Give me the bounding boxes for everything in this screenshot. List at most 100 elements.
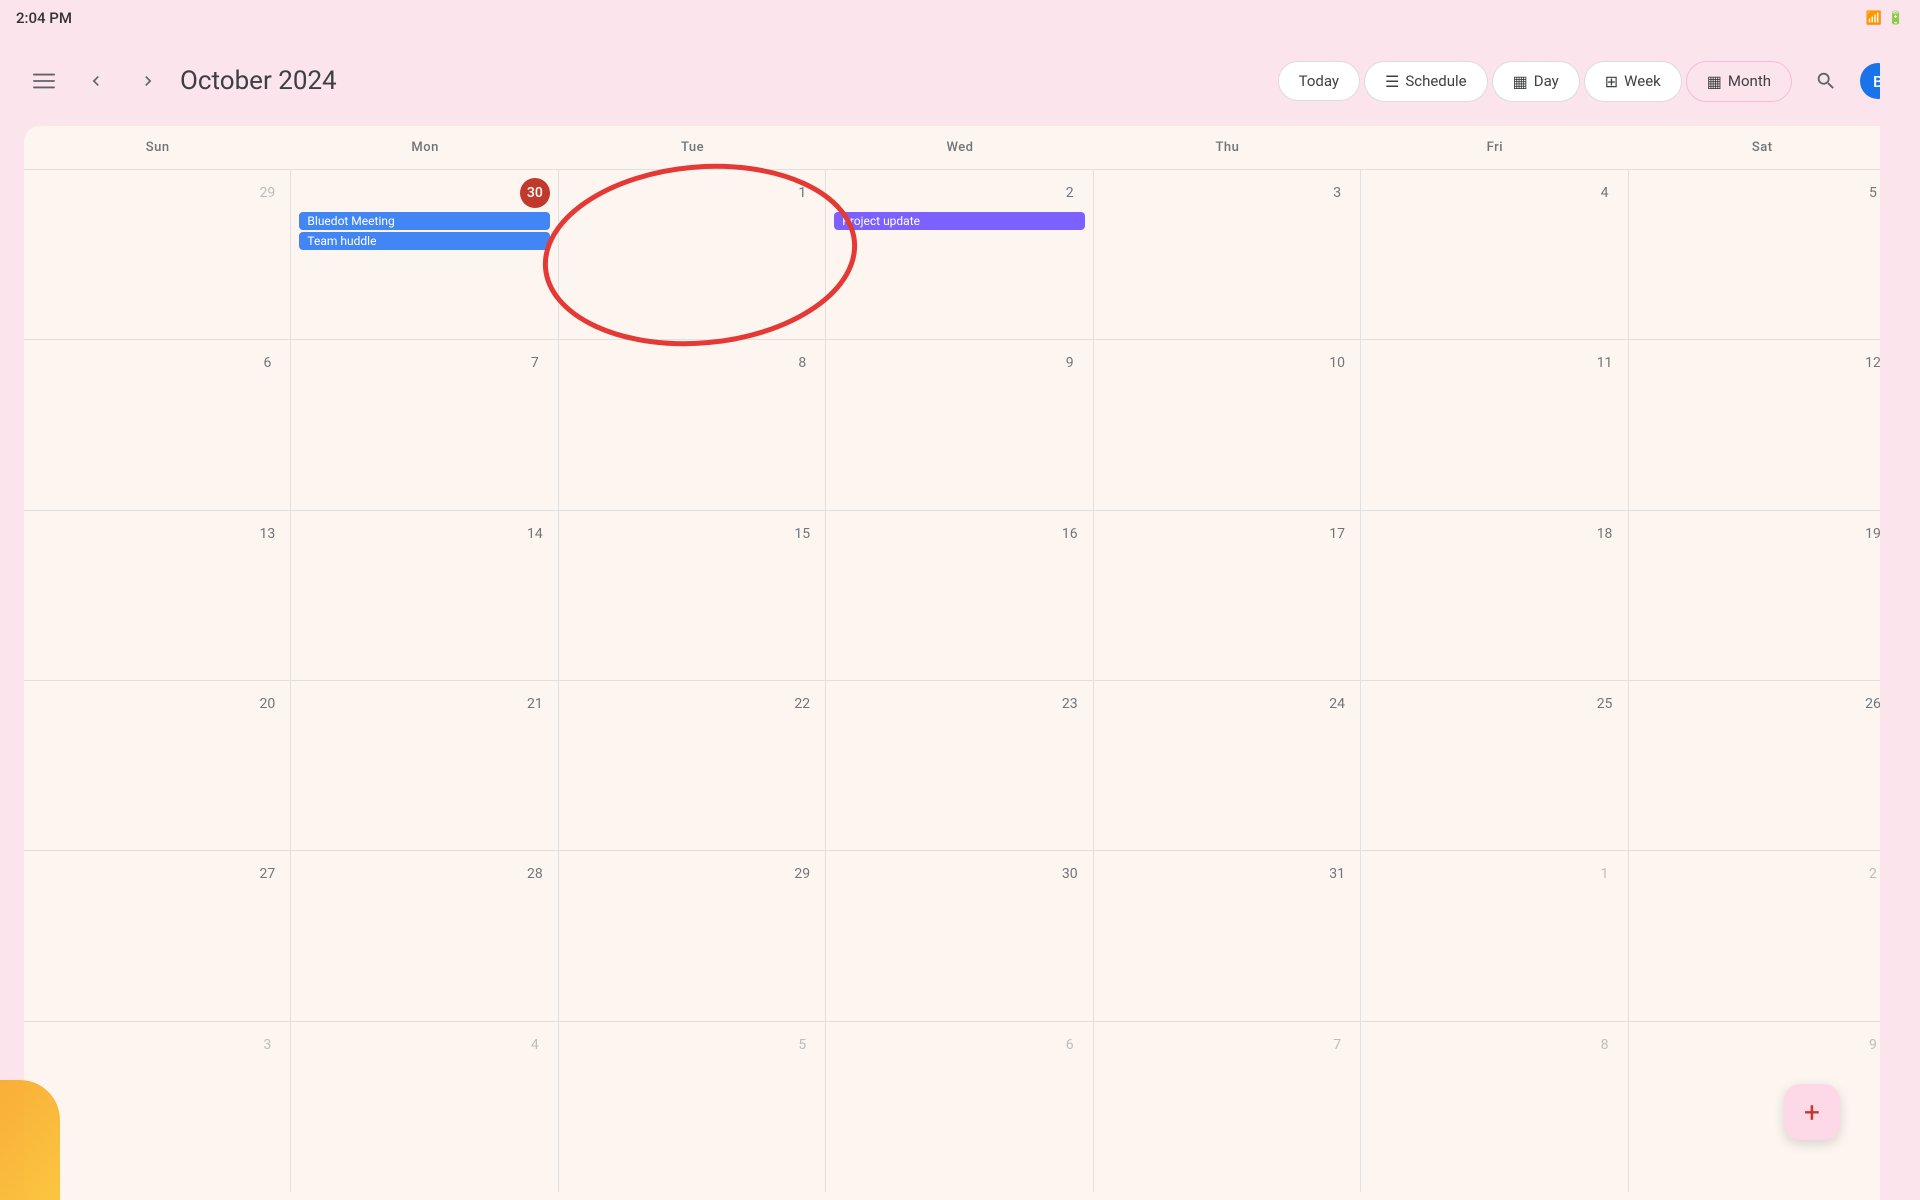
day-number: 13 [252,519,282,549]
table-row[interactable]: 21 [291,681,558,850]
calendar-week-2: 13 14 15 1617 18 19 [24,511,1896,681]
header: October 2024 Today ☰ Schedule ▦ Day ⊞ We… [0,36,1920,126]
table-row[interactable]: 16 [826,511,1093,680]
table-row[interactable]: 5 [1629,170,1896,339]
table-row[interactable]: 31 [1094,851,1361,1020]
wifi-icon: 🔋 [1888,11,1904,26]
week-button[interactable]: ⊞ Week [1584,61,1682,102]
day-number: 23 [1055,689,1085,719]
add-event-button[interactable]: + [1784,1084,1840,1140]
day-number: 1 [787,178,817,208]
day-number: 9 [1055,348,1085,378]
day-headers: Sun Mon Tue Wed Thu Fri Sat [24,126,1896,170]
month-button[interactable]: ▦ Month [1686,61,1792,102]
calendar-week-1: 6 7 8 9 10 11 12 [24,340,1896,510]
table-row[interactable]: 29 [24,170,291,339]
table-row[interactable]: 29 [559,851,826,1020]
table-row[interactable]: 5 [559,1022,826,1192]
table-row[interactable]: 27 [24,851,291,1020]
table-row[interactable]: 2Project update [826,170,1093,339]
day-number: 11 [1590,348,1620,378]
status-time: 2:04 PM [16,9,72,27]
table-row[interactable]: 22 [559,681,826,850]
day-number: 29 [252,178,282,208]
add-icon: + [1804,1096,1820,1129]
table-row[interactable]: 8 [1361,1022,1628,1192]
calendar-week-3: 20 21 22 23 24 2526 [24,681,1896,851]
table-row[interactable]: 12 [1629,340,1896,509]
today-button[interactable]: Today [1278,61,1360,101]
month-title: October 2024 [180,66,337,96]
table-row[interactable]: 23 [826,681,1093,850]
table-row[interactable]: 18 [1361,511,1628,680]
table-row[interactable]: 13 [24,511,291,680]
table-row[interactable]: 11 [1361,340,1628,509]
next-month-button[interactable] [128,61,168,101]
day-number: 29 [787,859,817,889]
table-row[interactable]: 7 [291,340,558,509]
table-row[interactable]: 14 [291,511,558,680]
table-row[interactable]: 15 [559,511,826,680]
menu-icon[interactable] [24,61,64,101]
day-header-sun: Sun [24,126,291,169]
day-number: 8 [1590,1030,1620,1060]
list-item[interactable]: Team huddle [299,232,549,250]
table-row[interactable]: 10 [1094,340,1361,509]
day-number: 30 [1055,859,1085,889]
table-row[interactable]: 20 [24,681,291,850]
day-number: 5 [787,1030,817,1060]
day-number: 22 [787,689,817,719]
day-header-fri: Fri [1361,126,1628,169]
header-right: Today ☰ Schedule ▦ Day ⊞ Week ▦ Month B [1278,59,1896,103]
calendar-week-5: 34 5 67 89 [24,1022,1896,1192]
table-row[interactable]: 6 [826,1022,1093,1192]
table-row[interactable]: 1 [1361,851,1628,1020]
table-row[interactable]: 28 [291,851,558,1020]
calendar-week-0: 29 30 Bluedot Meeting Team huddle 1 2Project … [24,170,1896,340]
day-number: 21 [520,689,550,719]
table-row[interactable]: 1 [559,170,826,339]
table-row[interactable]: 4 [291,1022,558,1192]
prev-month-button[interactable] [76,61,116,101]
table-row[interactable]: 6 [24,340,291,509]
day-header-thu: Thu [1094,126,1361,169]
table-row[interactable]: 2 [1629,851,1896,1020]
table-row[interactable]: 30 [826,851,1093,1020]
list-item[interactable]: Bluedot Meeting [299,212,549,230]
table-row[interactable]: 24 [1094,681,1361,850]
table-row[interactable]: 9 [1629,1022,1896,1192]
month-label: Month [1728,72,1771,90]
day-number: 15 [787,519,817,549]
table-row[interactable]: 7 [1094,1022,1361,1192]
table-row[interactable]: 3 [1094,170,1361,339]
day-number: 6 [252,348,282,378]
day-number: 4 [1590,178,1620,208]
table-row[interactable]: 19 [1629,511,1896,680]
day-number: 30 [520,178,550,208]
search-button[interactable] [1804,59,1848,103]
table-row[interactable]: 4 [1361,170,1628,339]
day-button[interactable]: ▦ Day [1492,61,1580,102]
day-number: 24 [1322,689,1352,719]
day-number: 8 [787,348,817,378]
list-item[interactable]: Project update [834,212,1084,230]
table-row[interactable]: 17 [1094,511,1361,680]
day-number: 1 [1590,859,1620,889]
table-row[interactable]: 8 [559,340,826,509]
table-row[interactable]: 25 [1361,681,1628,850]
table-row[interactable]: 3 [24,1022,291,1192]
status-bar: 2:04 PM 📶 🔋 [0,0,1920,36]
day-number: 31 [1322,859,1352,889]
day-number: 18 [1590,519,1620,549]
battery-icon: 📶 [1866,11,1882,26]
calendar-grid: 2930Bluedot MeetingTeam huddle12Project … [24,170,1896,1192]
schedule-button[interactable]: ☰ Schedule [1364,61,1488,102]
table-row[interactable]: 9 [826,340,1093,509]
day-number: 3 [1322,178,1352,208]
table-row[interactable]: 26 [1629,681,1896,850]
day-number: 14 [520,519,550,549]
schedule-label: Schedule [1405,72,1466,90]
day-number: 6 [1055,1030,1085,1060]
table-row[interactable]: 30 Bluedot Meeting Team huddle [291,170,558,339]
day-number: 7 [520,348,550,378]
